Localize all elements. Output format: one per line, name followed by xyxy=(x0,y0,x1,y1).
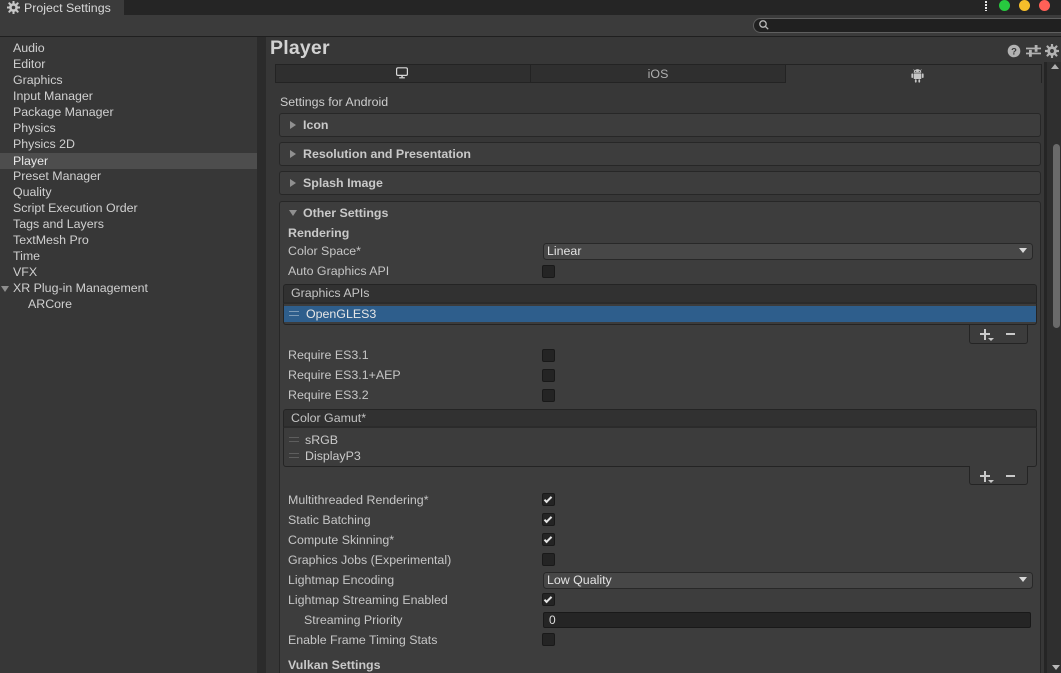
svg-text:?: ? xyxy=(1011,46,1017,57)
